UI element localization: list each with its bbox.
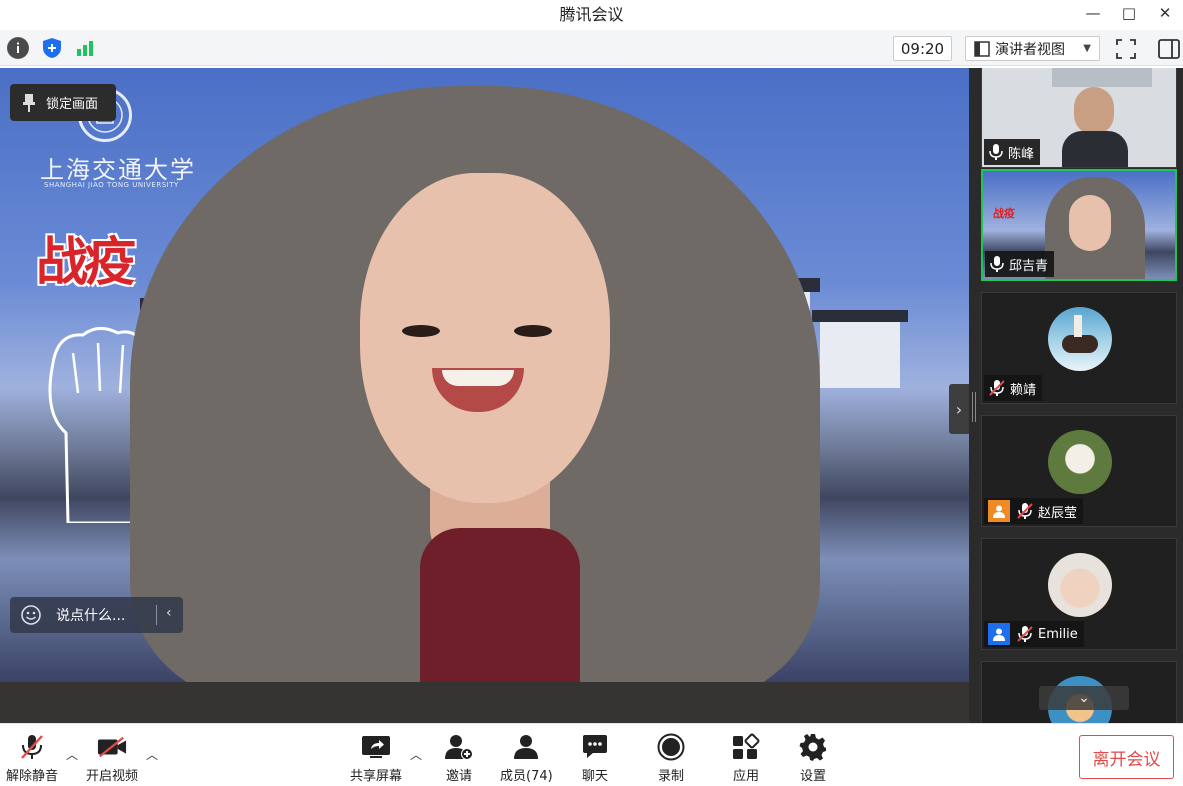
chevron-down-icon[interactable]: ⌄ xyxy=(1039,686,1129,710)
minimize-button[interactable]: — xyxy=(1075,0,1111,26)
chat-bubble-icon xyxy=(580,732,610,762)
side-panel-icon[interactable] xyxy=(1157,37,1181,61)
participant-gallery: 陈峰 战疫 邱吉青 赖靖 赵辰莹 Emilie xyxy=(969,68,1183,723)
bottom-toolbar: 解除静音 ︿ 开启视频 ︿ 共享屏幕 ︿ 邀请 成员(74) 聊天 录制 应用 … xyxy=(0,723,1183,786)
gear-icon xyxy=(798,732,828,762)
muted-microphone-icon xyxy=(1017,626,1033,642)
lock-view-label: 锁定画面 xyxy=(46,97,99,112)
participant-tile-active[interactable]: 战疫 邱吉青 xyxy=(981,169,1177,281)
avatar xyxy=(1048,553,1112,617)
apps-button[interactable]: 应用 xyxy=(731,732,761,784)
emoji-icon[interactable] xyxy=(20,604,42,626)
share-options-caret-icon[interactable]: ︿ xyxy=(410,746,422,763)
leave-meeting-button[interactable]: 离开会议 xyxy=(1079,735,1174,779)
gallery-resize-handle[interactable] xyxy=(972,392,976,422)
participant-name: Emilie xyxy=(1038,626,1078,642)
video-off-icon xyxy=(97,732,127,762)
signal-strength-icon[interactable] xyxy=(74,37,96,59)
invite-button[interactable]: 邀请 xyxy=(444,732,474,784)
chat-button[interactable]: 聊天 xyxy=(580,732,610,784)
view-mode-label: 演讲者视图 xyxy=(995,41,1065,58)
chevron-left-icon[interactable]: ‹ xyxy=(166,605,172,621)
settings-button[interactable]: 设置 xyxy=(798,732,828,784)
members-icon xyxy=(511,732,541,762)
speaker-view-icon xyxy=(974,40,990,57)
participant-name: 邱吉青 xyxy=(1009,258,1049,274)
microphone-icon xyxy=(989,144,1003,160)
university-name: 上海交通大学 xyxy=(40,156,196,184)
meeting-toolbar: 09:20 演讲者视图 ▼ xyxy=(0,30,1183,66)
invite-user-icon xyxy=(444,732,474,762)
meeting-timer: 09:20 xyxy=(893,36,952,61)
caret-down-icon: ▼ xyxy=(1083,43,1091,54)
unmute-button[interactable]: 解除静音 xyxy=(6,732,58,784)
participant-tile[interactable]: 赖靖 xyxy=(981,292,1177,404)
muted-microphone-icon xyxy=(17,732,47,762)
chat-input-placeholder[interactable]: 说点什么... xyxy=(56,605,125,625)
avatar xyxy=(1048,430,1112,494)
muted-microphone-icon xyxy=(989,380,1005,396)
share-screen-icon xyxy=(361,732,391,762)
members-button[interactable]: 成员(74) xyxy=(500,732,553,784)
record-icon xyxy=(656,732,686,762)
participant-tile[interactable]: Emilie xyxy=(981,538,1177,650)
quick-chat-bar[interactable]: 说点什么... ‹ xyxy=(10,597,183,633)
participant-name: 赵辰莹 xyxy=(1038,505,1078,521)
window-title: 腾讯会议 xyxy=(559,5,624,24)
participant-face xyxy=(1069,195,1111,251)
audio-options-caret-icon[interactable]: ︿ xyxy=(66,746,78,763)
video-options-caret-icon[interactable]: ︿ xyxy=(146,746,158,763)
meeting-window: 腾讯会议 — □ ✕ 09:20 演讲者视图 ▼ 上海交通大学 SHANGHAI… xyxy=(0,0,1183,786)
fullscreen-icon[interactable] xyxy=(1114,37,1138,61)
participant-name: 赖靖 xyxy=(1010,382,1037,398)
participant-tile[interactable]: 陈峰 xyxy=(981,68,1177,168)
close-button[interactable]: ✕ xyxy=(1147,0,1183,26)
record-button[interactable]: 录制 xyxy=(656,732,686,784)
apps-grid-icon xyxy=(731,732,761,762)
maximize-button[interactable]: □ xyxy=(1111,0,1147,26)
participant-tile[interactable]: 赵辰莹 xyxy=(981,415,1177,527)
lock-view-button[interactable]: 锁定画面 xyxy=(10,84,116,121)
speaker-face xyxy=(360,173,610,503)
info-icon[interactable] xyxy=(7,37,29,59)
user-icon xyxy=(988,500,1010,522)
start-video-button[interactable]: 开启视频 xyxy=(86,732,138,784)
user-icon xyxy=(988,623,1010,645)
chevron-right-icon[interactable]: › xyxy=(949,384,969,434)
slogan-text: 战疫 xyxy=(36,232,136,293)
university-name-en: SHANGHAI JIAO TONG UNIVERSITY xyxy=(44,181,179,189)
speaker-scarf xyxy=(420,528,580,682)
title-bar: 腾讯会议 — □ ✕ xyxy=(0,0,1183,26)
share-screen-button[interactable]: 共享屏幕 xyxy=(350,732,402,784)
pin-icon xyxy=(23,93,35,112)
security-shield-icon[interactable] xyxy=(41,37,63,59)
window-controls: — □ ✕ xyxy=(1075,0,1183,26)
avatar xyxy=(1048,307,1112,371)
speaker-video: 上海交通大学 SHANGHAI JIAO TONG UNIVERSITY 战疫 xyxy=(0,68,969,682)
participant-name: 陈峰 xyxy=(1008,146,1035,162)
microphone-icon xyxy=(990,256,1004,272)
participant-face xyxy=(1074,87,1114,135)
view-mode-select[interactable]: 演讲者视图 ▼ xyxy=(965,36,1100,61)
muted-microphone-icon xyxy=(1017,503,1033,519)
